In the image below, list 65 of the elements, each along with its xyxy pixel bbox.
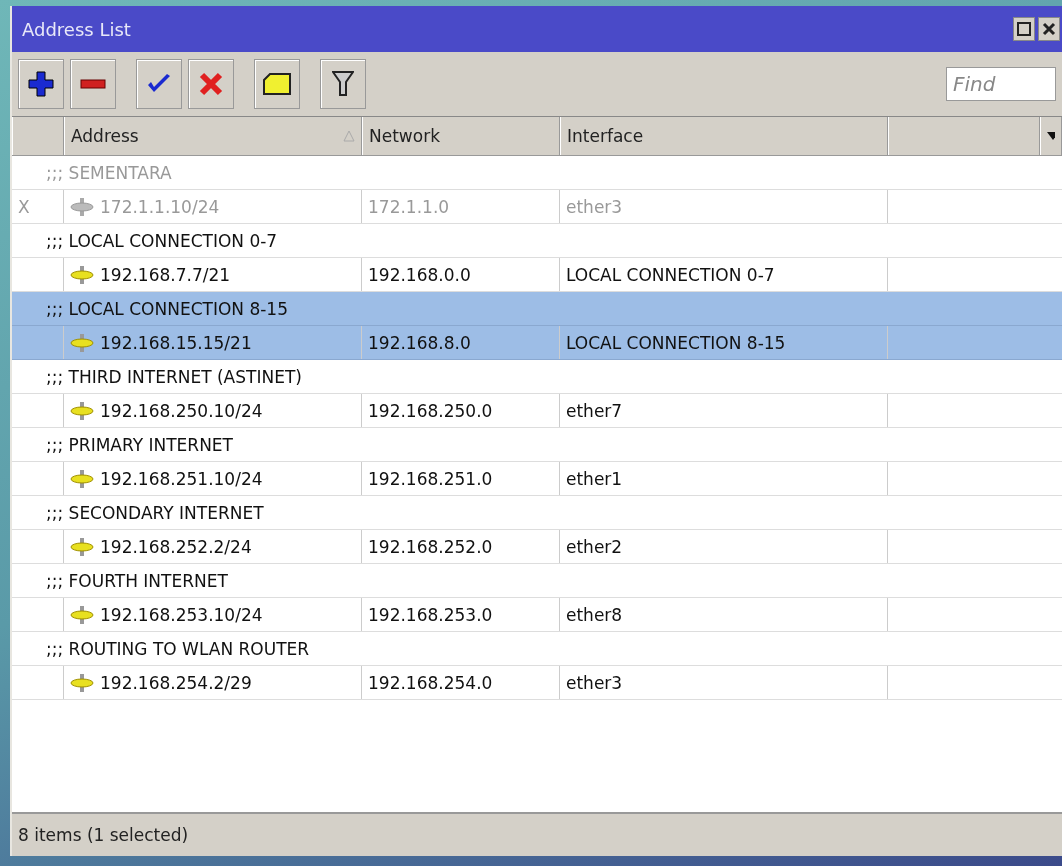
address-text: 172.1.1.10/24 xyxy=(100,196,220,217)
address-icon xyxy=(70,605,94,624)
note-icon xyxy=(262,72,292,96)
column-menu-button[interactable] xyxy=(1040,117,1062,155)
check-icon xyxy=(146,73,172,95)
address-text: 192.168.252.2/24 xyxy=(100,536,252,557)
network-text: 192.168.252.0 xyxy=(368,536,493,557)
comment-text: ;;; SECONDARY INTERNET xyxy=(45,501,265,525)
comment-text: ;;; LOCAL CONNECTION 0-7 xyxy=(45,229,279,253)
address-text: 192.168.254.2/29 xyxy=(100,672,252,693)
find-field[interactable]: Find xyxy=(946,67,1056,101)
interface-text: ether1 xyxy=(566,468,623,489)
comment-text: ;;; ROUTING TO WLAN ROUTER xyxy=(45,637,311,661)
network-text: 192.168.0.0 xyxy=(368,264,471,285)
plus-icon xyxy=(28,71,54,97)
dropdown-icon xyxy=(1047,132,1055,140)
status-text: 8 items (1 selected) xyxy=(18,825,189,845)
network-text: 192.168.253.0 xyxy=(368,604,493,625)
interface-text: ether2 xyxy=(566,536,623,557)
comment-text: ;;; PRIMARY INTERNET xyxy=(45,433,234,457)
comment-text: ;;; SEMENTARA xyxy=(45,161,173,185)
interface-text: ether7 xyxy=(566,400,623,421)
window-title: Address List xyxy=(22,18,131,40)
address-icon xyxy=(70,537,94,556)
comment-button[interactable] xyxy=(254,59,300,109)
address-text: 192.168.7.7/21 xyxy=(100,264,231,285)
comment-text: ;;; FOURTH INTERNET xyxy=(45,569,229,593)
address-icon xyxy=(70,469,94,488)
network-text: 172.1.1.0 xyxy=(368,196,450,217)
remove-button[interactable] xyxy=(70,59,116,109)
disable-button[interactable] xyxy=(188,59,234,109)
minus-icon xyxy=(80,79,106,89)
address-icon xyxy=(70,265,94,284)
flag-text: X xyxy=(18,196,30,217)
address-icon xyxy=(70,401,94,420)
network-text: 192.168.254.0 xyxy=(368,672,493,693)
maximize-icon xyxy=(1017,22,1031,36)
address-text: 192.168.251.10/24 xyxy=(100,468,263,489)
column-header[interactable]: Network xyxy=(362,117,560,155)
column-header[interactable]: Interface xyxy=(560,117,888,155)
interface-text: ether3 xyxy=(566,196,623,217)
add-button[interactable] xyxy=(18,59,64,109)
close-button[interactable] xyxy=(1038,17,1060,41)
interface-text: LOCAL CONNECTION 0-7 xyxy=(566,264,775,285)
comment-text: ;;; LOCAL CONNECTION 8-15 xyxy=(45,297,289,321)
address-icon xyxy=(70,333,94,352)
enable-button[interactable] xyxy=(136,59,182,109)
address-text: 192.168.253.10/24 xyxy=(100,604,263,625)
address-icon xyxy=(70,673,94,692)
interface-text: ether8 xyxy=(566,604,623,625)
filter-button[interactable] xyxy=(320,59,366,109)
address-text: 192.168.250.10/24 xyxy=(100,400,263,421)
column-header[interactable]: Address xyxy=(64,117,362,155)
filter-icon xyxy=(332,70,354,98)
close-icon xyxy=(1042,22,1056,36)
maximize-button[interactable] xyxy=(1013,17,1035,41)
network-text: 192.168.8.0 xyxy=(368,332,471,353)
comment-text: ;;; THIRD INTERNET (ASTINET) xyxy=(45,365,303,389)
interface-text: ether3 xyxy=(566,672,623,693)
network-text: 192.168.250.0 xyxy=(368,400,493,421)
network-text: 192.168.251.0 xyxy=(368,468,493,489)
address-text: 192.168.15.15/21 xyxy=(100,332,252,353)
interface-text: LOCAL CONNECTION 8-15 xyxy=(566,332,786,353)
cross-icon xyxy=(199,72,223,96)
address-icon xyxy=(70,197,94,216)
